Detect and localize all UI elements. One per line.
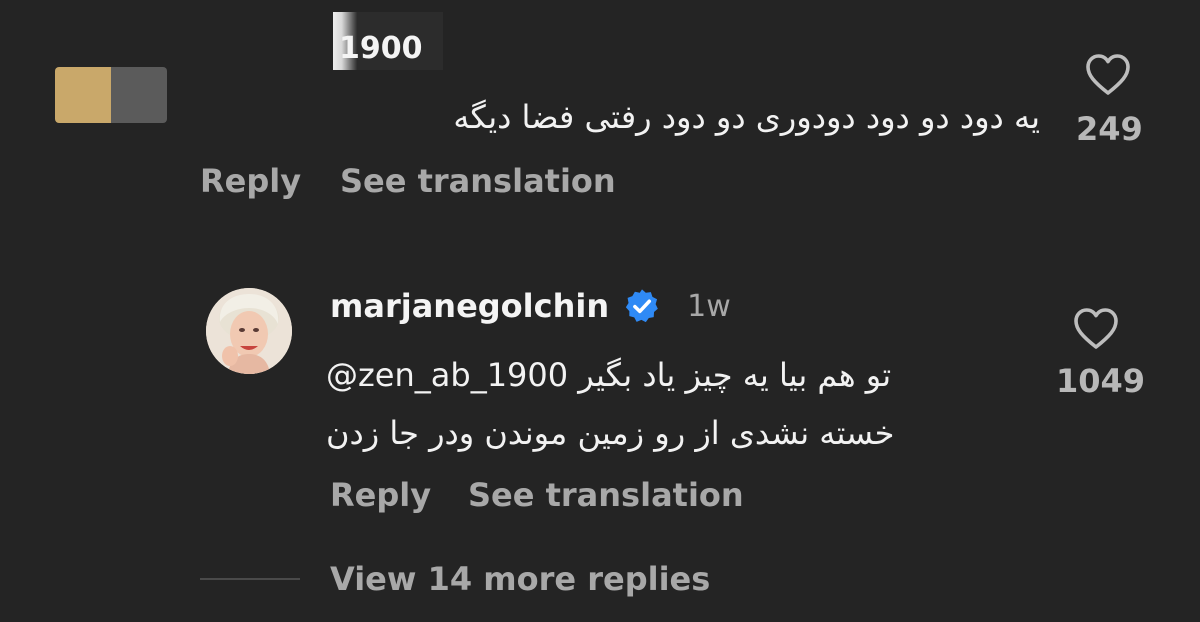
comment-see-translation-button[interactable]: See translation xyxy=(340,162,616,200)
comment-like-count: 249 xyxy=(1076,110,1143,148)
reply-text-line-1-persian: تو هم بیا یه چیز یاد بگیر xyxy=(578,356,892,394)
comment-reply-button[interactable]: Reply xyxy=(200,162,301,200)
reply-reply-button[interactable]: Reply xyxy=(330,476,431,514)
comment-text: یه دود دو دود دودوری دو دود رفتی فضا دیگ… xyxy=(453,98,1040,136)
reply-text-line-2: خسته نشدی از رو زمین موندن ودر جا زدن xyxy=(326,414,895,452)
reply-mention-link[interactable]: @zen_ab_1900 xyxy=(326,356,568,394)
heart-icon[interactable] xyxy=(1072,306,1120,350)
reply-avatar[interactable] xyxy=(206,288,292,374)
avatar-blur-segment xyxy=(111,67,167,123)
reply-username[interactable]: marjanegolchin xyxy=(330,287,609,325)
reply-see-translation-button[interactable]: See translation xyxy=(468,476,744,514)
reply-text-line-1: تو هم بیا یه چیز یاد بگیر @zen_ab_1900 xyxy=(326,346,1026,404)
avatar-portrait-icon xyxy=(206,288,292,374)
comment-username-redacted[interactable]: 1900 xyxy=(333,12,443,70)
reply-timestamp: 1w xyxy=(687,288,731,324)
view-more-replies-button[interactable]: View 14 more replies xyxy=(330,560,710,598)
comment-avatar-redacted[interactable] xyxy=(55,67,167,123)
comment-username-partial: 1900 xyxy=(339,31,423,66)
reply-header: marjanegolchin 1w xyxy=(330,280,731,332)
heart-icon[interactable] xyxy=(1084,52,1132,96)
avatar-blur-segment xyxy=(55,67,111,123)
reply-text: تو هم بیا یه چیز یاد بگیر @zen_ab_1900 خ… xyxy=(326,346,1026,462)
verified-badge-icon xyxy=(625,289,658,323)
view-replies-divider xyxy=(200,578,300,580)
reply-like-count: 1049 xyxy=(1056,362,1146,400)
